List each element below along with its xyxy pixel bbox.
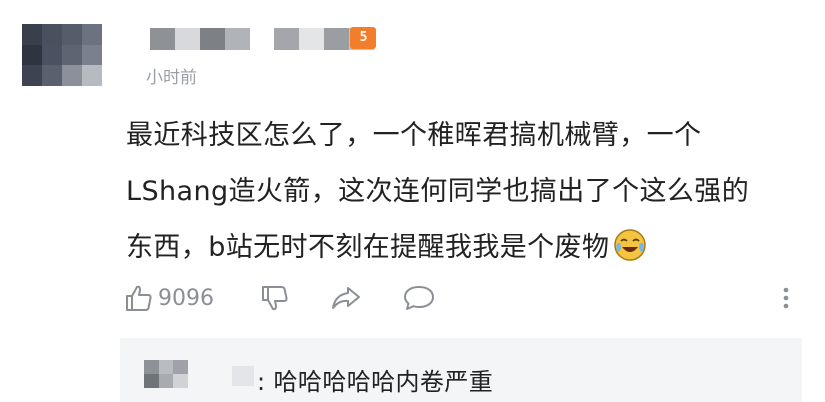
laughing-crying-emoji-icon xyxy=(614,229,647,261)
reply-button[interactable] xyxy=(402,280,436,316)
thumbs-up-icon xyxy=(126,285,152,311)
more-button[interactable] xyxy=(780,280,792,316)
share-button[interactable] xyxy=(330,280,362,316)
reply-preview[interactable]: : 哈哈哈哈哈内卷严重 xyxy=(120,338,802,402)
thumbs-down-icon xyxy=(262,286,288,311)
like-button[interactable]: 9096 xyxy=(124,280,214,316)
share-icon xyxy=(332,287,360,309)
avatar[interactable] xyxy=(22,24,102,86)
comment-body: 最近科技区怎么了，一个稚晖君搞机械臂，一个 LShang造火箭，这次连何同学也搞… xyxy=(126,108,776,276)
more-vertical-icon xyxy=(783,287,789,309)
comment-line-last: 东西，b站无时不刻在提醒我我是个废物 xyxy=(126,220,776,276)
comment-line: 东西，b站无时不刻在提醒我我是个废物 xyxy=(126,232,610,263)
action-bar: 9096 xyxy=(124,280,804,316)
like-count: 9096 xyxy=(158,285,214,311)
dislike-button[interactable] xyxy=(260,280,290,316)
reply-avatar-blurred xyxy=(144,360,188,388)
comment-icon xyxy=(404,286,434,310)
level-badge: 5 xyxy=(350,27,376,49)
comment-line: 最近科技区怎么了，一个稚晖君搞机械臂，一个 xyxy=(126,120,702,151)
reply-username-blurred xyxy=(232,366,254,386)
comment-line: LShang造火箭，这次连何同学也搞出了个这么强的 xyxy=(126,176,750,207)
username-blurred[interactable] xyxy=(150,28,374,50)
timestamp: 小时前 xyxy=(146,68,197,88)
comment-card: 5 小时前 最近科技区怎么了，一个稚晖君搞机械臂，一个 LShang造火箭，这次… xyxy=(0,0,825,402)
level-badge-label: 5 xyxy=(359,30,368,45)
reply-text: : 哈哈哈哈哈内卷严重 xyxy=(257,368,494,396)
